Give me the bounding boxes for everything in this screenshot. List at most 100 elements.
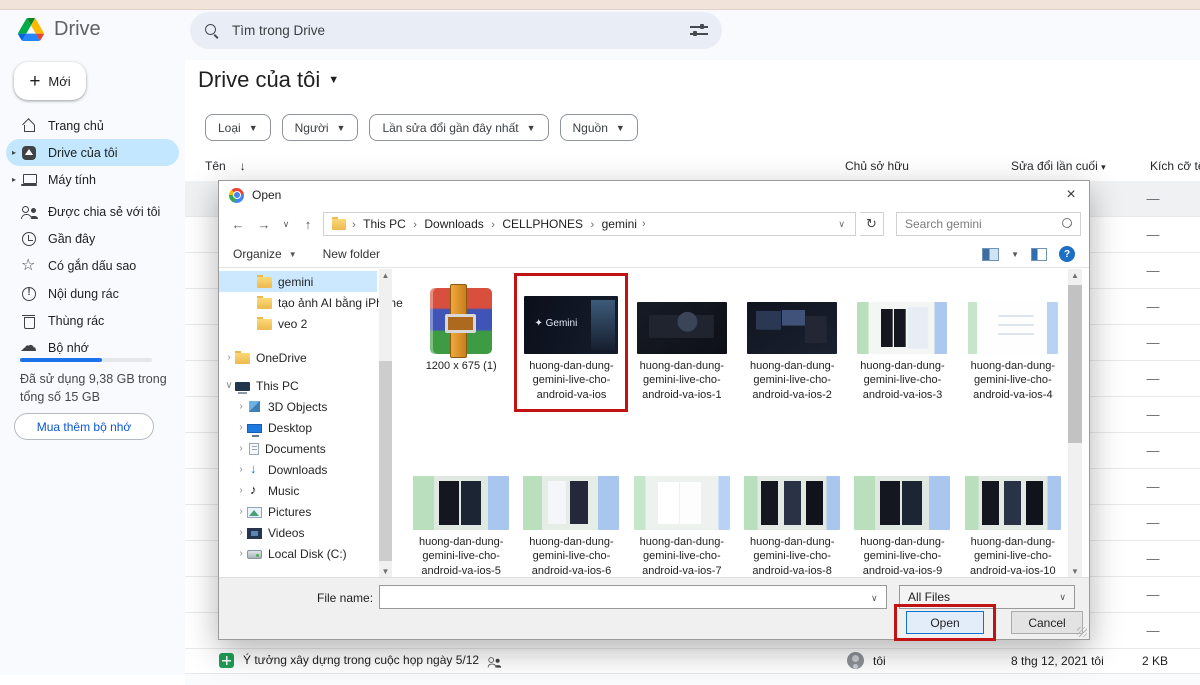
- dialog-title-bar[interactable]: Open: [219, 181, 1089, 209]
- filter-chip[interactable]: Nguồn ▼: [560, 114, 638, 141]
- sidebar-item[interactable]: Có gắn dấu sao: [6, 252, 179, 279]
- file-item[interactable]: huong-dan-dung-gemini-live-cho-android-v…: [628, 277, 736, 453]
- open-button[interactable]: Open: [906, 611, 984, 634]
- filter-chips: Loại ▼ Người ▼ Lần sửa đổi gần đây nhất …: [205, 114, 638, 141]
- file-item[interactable]: huong-dan-dung-gemini-live-cho-android-v…: [848, 277, 956, 453]
- preview-pane-icon[interactable]: [1031, 248, 1047, 261]
- file-name-dropdown-chevron[interactable]: ∨: [871, 593, 878, 604]
- up-button[interactable]: ↑: [297, 217, 319, 232]
- address-bar[interactable]: › This PC › Downloads › CELLPHONES: [323, 212, 856, 236]
- file-item[interactable]: huong-dan-dung-gemini-live-cho-android-v…: [628, 453, 736, 579]
- recent-locations-chevron[interactable]: ∨: [279, 219, 293, 230]
- file-item[interactable]: huong-dan-dung-gemini-live-cho-android-v…: [407, 453, 515, 579]
- file-item[interactable]: huong-dan-dung-gemini-live-cho-android-v…: [517, 453, 625, 579]
- sidebar-item[interactable]: ▸ Drive của tôi: [6, 139, 179, 166]
- search-filters-icon[interactable]: [690, 23, 708, 39]
- file-name-input[interactable]: [379, 585, 887, 609]
- tree-chevron-icon[interactable]: ›: [235, 443, 247, 454]
- sidebar-item-label: Bộ nhớ: [48, 341, 89, 355]
- cancel-button[interactable]: Cancel: [1011, 611, 1083, 634]
- dialog-search-box[interactable]: Search gemini: [896, 212, 1081, 236]
- tree-chevron-icon[interactable]: ›: [235, 401, 247, 412]
- sidebar-item[interactable]: Gần đây: [6, 225, 179, 252]
- filter-chip[interactable]: Loại ▼: [205, 114, 271, 141]
- tree-item[interactable]: › Pictures: [219, 501, 377, 522]
- tree-item[interactable]: › Downloads: [219, 459, 377, 480]
- column-modified[interactable]: Sửa đổi lần cuối ▾: [1011, 159, 1106, 173]
- tree-item[interactable]: › Music: [219, 480, 377, 501]
- help-icon[interactable]: ?: [1059, 246, 1075, 262]
- breadcrumb-item[interactable]: Downloads: [421, 217, 486, 231]
- tree-chevron-icon[interactable]: ›: [235, 485, 247, 496]
- filter-chip[interactable]: Người ▼: [282, 114, 359, 141]
- file-item[interactable]: 1200 x 675 (1): [407, 277, 515, 453]
- tree-chevron-icon[interactable]: ›: [235, 464, 247, 475]
- scroll-up-icon[interactable]: ▲: [1068, 269, 1082, 283]
- file-item[interactable]: huong-dan-dung-gemini-live-cho-android-v…: [738, 453, 846, 579]
- file-item[interactable]: huong-dan-dung-gemini-live-cho-android-v…: [959, 453, 1067, 579]
- tree-item[interactable]: ∨ This PC: [219, 375, 377, 396]
- size-cell: —: [1138, 335, 1168, 350]
- organize-button[interactable]: Organize ▼: [233, 247, 297, 261]
- file-label: huong-dan-dung-gemini-live-cho-android-v…: [741, 535, 843, 578]
- new-folder-button[interactable]: New folder: [323, 247, 380, 261]
- breadcrumb-item[interactable]: CELLPHONES: [499, 217, 586, 231]
- sort-descending-icon[interactable]: ↓: [240, 159, 246, 173]
- chevron-down-icon[interactable]: ▼: [1011, 250, 1019, 259]
- file-item[interactable]: huong-dan-dung-gemini-live-cho-android-v…: [848, 453, 956, 579]
- nav-icon: [20, 312, 38, 330]
- tree-item[interactable]: tạo ảnh AI bằng iPhone: [219, 292, 377, 313]
- sidebar-item[interactable]: ▸ Máy tính: [6, 166, 179, 193]
- scrollbar-thumb[interactable]: [1068, 285, 1082, 443]
- sidebar-item[interactable]: Bộ nhớ: [6, 334, 179, 361]
- column-size[interactable]: Kích cỡ tệ: [1150, 159, 1200, 173]
- scrollbar-thumb[interactable]: [379, 361, 392, 561]
- expander-icon[interactable]: ▸: [8, 148, 20, 157]
- view-options-icon[interactable]: [982, 248, 999, 261]
- tree-chevron-icon[interactable]: ›: [235, 527, 247, 538]
- file-item[interactable]: huong-dan-dung-gemini-live-cho-android-v…: [959, 277, 1067, 453]
- new-button[interactable]: + Mới: [14, 62, 86, 100]
- back-button[interactable]: ←: [227, 217, 249, 232]
- column-owner[interactable]: Chủ sở hữu: [845, 159, 909, 173]
- sidebar-item[interactable]: Thùng rác: [6, 307, 179, 334]
- tree-item[interactable]: › Local Disk (C:): [219, 543, 377, 564]
- tree-item[interactable]: gemini: [219, 271, 377, 292]
- tree-item[interactable]: › Videos: [219, 522, 377, 543]
- buy-storage-button[interactable]: Mua thêm bộ nhớ: [14, 413, 154, 440]
- forward-button[interactable]: →: [253, 217, 275, 232]
- search-icon: [1059, 218, 1072, 231]
- sidebar-item[interactable]: Trang chủ: [6, 112, 179, 139]
- tree-item-icon: [249, 443, 259, 455]
- sidebar-item[interactable]: Nội dung rác: [6, 280, 179, 307]
- grid-scrollbar[interactable]: ▲ ▼: [1068, 269, 1082, 579]
- expander-icon[interactable]: ▸: [8, 175, 20, 184]
- file-item[interactable]: ✦ Gemini huong-dan-dung-gemini-live-cho-…: [517, 277, 625, 453]
- tree-chevron-icon[interactable]: ›: [235, 506, 247, 517]
- page-title[interactable]: Drive của tôi ▼: [198, 67, 339, 93]
- refresh-icon[interactable]: ↻: [860, 212, 884, 236]
- resize-grip[interactable]: [1077, 627, 1087, 637]
- address-dropdown-chevron[interactable]: ∨: [832, 219, 851, 230]
- column-name[interactable]: Tên ↓: [205, 159, 246, 173]
- filter-chip[interactable]: Lần sửa đổi gần đây nhất ▼: [369, 114, 548, 141]
- tree-scrollbar[interactable]: ▲ ▼: [379, 269, 392, 579]
- tree-chevron-icon[interactable]: ›: [223, 352, 235, 363]
- sidebar-item[interactable]: Được chia sẻ với tôi: [6, 198, 179, 225]
- tree-chevron-icon[interactable]: ›: [235, 422, 247, 433]
- close-icon[interactable]: ×: [1059, 184, 1083, 206]
- tree-item[interactable]: › Documents: [219, 438, 377, 459]
- table-row-sheet[interactable]: Ý tưởng xây dựng trong cuộc họp ngày 5/1…: [185, 649, 1200, 674]
- scroll-up-icon[interactable]: ▲: [379, 269, 392, 283]
- breadcrumb-item[interactable]: gemini: [599, 217, 640, 231]
- tree-item[interactable]: › OneDrive: [219, 347, 377, 368]
- tree-chevron-icon[interactable]: ›: [235, 548, 247, 559]
- tree-item[interactable]: veo 2: [219, 313, 377, 334]
- breadcrumb-item[interactable]: This PC: [360, 217, 409, 231]
- file-item[interactable]: huong-dan-dung-gemini-live-cho-android-v…: [738, 277, 846, 453]
- tree-item-label: veo 2: [278, 317, 307, 331]
- drive-search-bar[interactable]: Tìm trong Drive: [190, 12, 722, 49]
- tree-item[interactable]: › Desktop: [219, 417, 377, 438]
- tree-chevron-icon[interactable]: ∨: [223, 380, 235, 391]
- tree-item[interactable]: › 3D Objects: [219, 396, 377, 417]
